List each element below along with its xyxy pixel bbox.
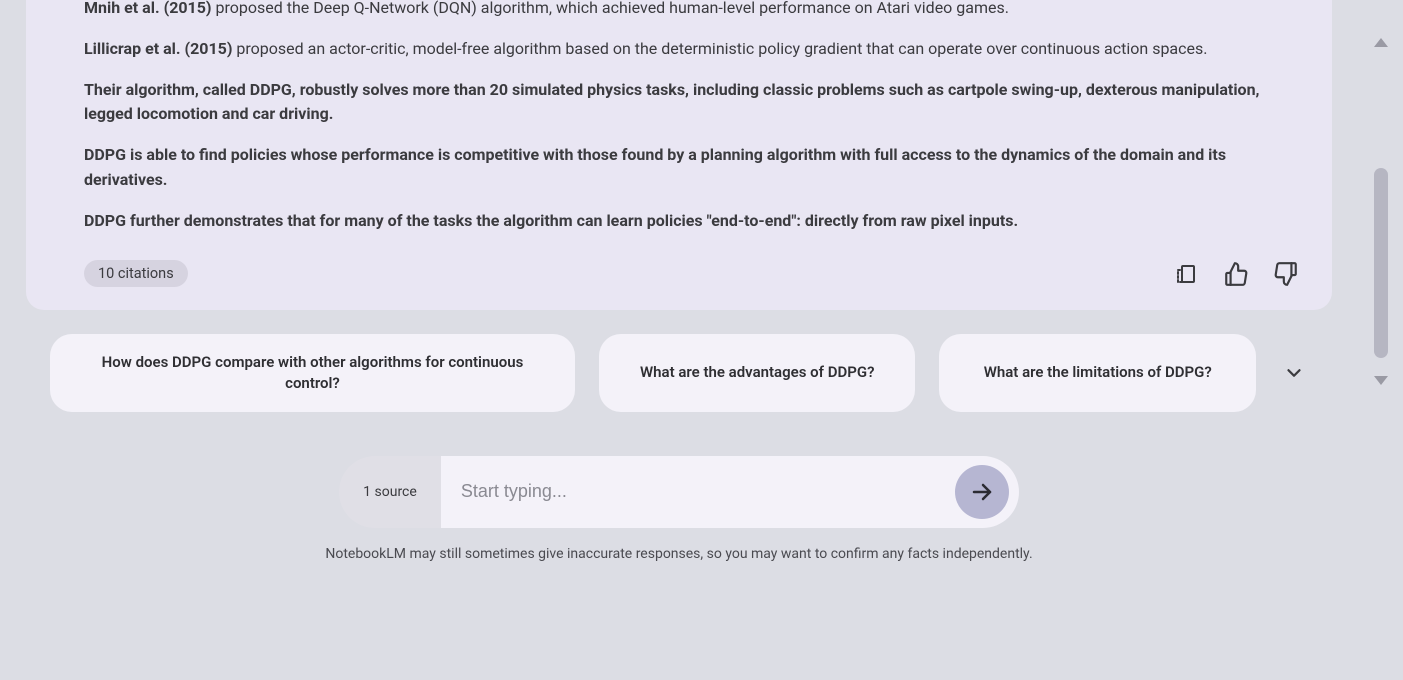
paragraph-rest: proposed an actor-critic, model-free alg… xyxy=(232,39,1207,58)
response-paragraph: Their algorithm, called DDPG, robustly s… xyxy=(84,78,1300,128)
suggestion-chip[interactable]: What are the limitations of DDPG? xyxy=(939,334,1256,412)
chevron-down-icon[interactable] xyxy=(1280,359,1308,387)
paragraph-lead: Mnih et al. (2015) xyxy=(84,0,212,17)
scroll-down-arrow[interactable] xyxy=(1374,376,1388,385)
paragraph-lead: Lillicrap et al. (2015) xyxy=(84,39,232,58)
scroll-thumb[interactable] xyxy=(1374,168,1388,358)
response-paragraph: DDPG is able to find policies whose perf… xyxy=(84,143,1300,193)
main-column: Mnih et al. (2015) proposed the Deep Q-N… xyxy=(0,0,1358,680)
paragraph-rest: Their algorithm, called DDPG, robustly s… xyxy=(84,80,1260,124)
scrollbar xyxy=(1358,0,1403,680)
paragraph-rest: DDPG is able to find policies whose perf… xyxy=(84,145,1226,189)
copy-icon[interactable] xyxy=(1172,260,1200,288)
chat-input-capsule xyxy=(441,456,1019,528)
response-paragraph: Mnih et al. (2015) proposed the Deep Q-N… xyxy=(84,0,1300,21)
input-row: 1 source xyxy=(26,456,1332,528)
response-paragraph: DDPG further demonstrates that for many … xyxy=(84,209,1300,234)
send-button[interactable] xyxy=(955,465,1009,519)
suggestions-row: How does DDPG compare with other algorit… xyxy=(26,334,1332,412)
response-footer: 10 citations xyxy=(84,260,1300,288)
chat-input[interactable] xyxy=(453,481,955,502)
response-paragraph: Lillicrap et al. (2015) proposed an acto… xyxy=(84,37,1300,62)
suggestion-chip[interactable]: What are the advantages of DDPG? xyxy=(599,334,916,412)
response-card: Mnih et al. (2015) proposed the Deep Q-N… xyxy=(26,0,1332,310)
app-root: Mnih et al. (2015) proposed the Deep Q-N… xyxy=(0,0,1403,680)
thumbs-up-icon[interactable] xyxy=(1222,260,1250,288)
feedback-icons xyxy=(1172,260,1300,288)
disclaimer-text: NotebookLM may still sometimes give inac… xyxy=(26,546,1332,562)
paragraph-rest: proposed the Deep Q-Network (DQN) algori… xyxy=(212,0,1009,17)
citations-button[interactable]: 10 citations xyxy=(84,260,188,287)
arrow-right-icon xyxy=(970,480,994,504)
suggestion-chip[interactable]: How does DDPG compare with other algorit… xyxy=(50,334,575,412)
thumbs-down-icon[interactable] xyxy=(1272,260,1300,288)
paragraph-rest: DDPG further demonstrates that for many … xyxy=(84,211,1018,230)
source-count-badge[interactable]: 1 source xyxy=(339,456,441,528)
scroll-up-arrow[interactable] xyxy=(1374,38,1388,47)
